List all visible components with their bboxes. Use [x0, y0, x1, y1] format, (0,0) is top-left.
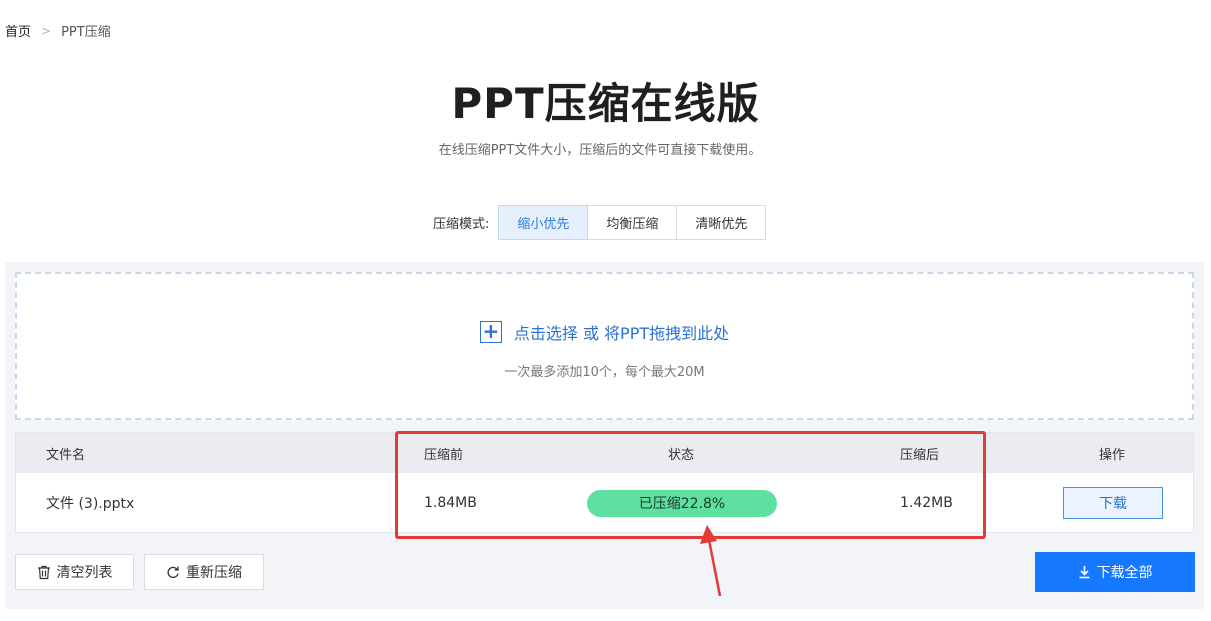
upload-dropzone[interactable]: + 点击选择 或 将PPT拖拽到此处 一次最多添加10个，每个最大20M: [15, 272, 1194, 420]
refresh-icon: [166, 565, 180, 579]
trash-icon: [37, 565, 51, 580]
page-title: PPT压缩在线版: [451, 79, 760, 128]
header-status: 状态: [668, 447, 695, 463]
status-badge: 已压缩22.8%: [587, 489, 777, 517]
header-before: 压缩前: [424, 447, 464, 463]
compression-panel: + 点击选择 或 将PPT拖拽到此处 一次最多添加10个，每个最大20M 文件名…: [5, 262, 1204, 609]
table-row: 文件 (3).pptx 1.84MB 已压缩22.8% 1.42MB 下载: [16, 473, 1193, 533]
status-cell: 已压缩22.8%: [587, 473, 777, 533]
header-action: 操作: [1099, 447, 1126, 463]
breadcrumb-home[interactable]: 首页: [5, 21, 31, 40]
download-all-label: 下载全部: [1096, 565, 1153, 581]
mode-option-clarity[interactable]: 清晰优先: [676, 205, 767, 240]
download-all-button[interactable]: 下载全部: [1035, 552, 1195, 592]
file-table: 文件名 压缩前 状态 压缩后 操作 文件 (3).pptx 1.84MB 已压缩…: [15, 432, 1194, 533]
size-after: 1.42MB: [900, 495, 953, 511]
plus-icon[interactable]: +: [479, 321, 502, 343]
file-name: 文件 (3).pptx: [46, 496, 135, 512]
clear-list-label: 清空列表: [56, 565, 113, 581]
download-button[interactable]: 下载: [1063, 487, 1163, 519]
compression-mode-selector: 压缩模式: 缩小优先 均衡压缩 清晰优先: [433, 205, 767, 240]
mode-option-balanced[interactable]: 均衡压缩: [587, 205, 678, 240]
download-icon: [1078, 565, 1091, 579]
recompress-button[interactable]: 重新压缩: [144, 554, 264, 590]
recompress-label: 重新压缩: [186, 565, 242, 581]
page-subtitle: 在线压缩PPT文件大小，压缩后的文件可直接下载使用。: [438, 143, 762, 158]
breadcrumb-separator: >: [41, 23, 52, 38]
action-cell: 下载: [1063, 473, 1163, 533]
header-filename: 文件名: [46, 447, 86, 463]
upload-hint: 一次最多添加10个，每个最大20M: [504, 365, 705, 380]
mode-option-smallest[interactable]: 缩小优先: [498, 205, 589, 240]
header-after: 压缩后: [900, 447, 940, 463]
upload-prompt[interactable]: + 点击选择 或 将PPT拖拽到此处: [17, 320, 1192, 344]
clear-list-button[interactable]: 清空列表: [15, 554, 134, 590]
compression-mode-label: 压缩模式:: [433, 217, 490, 232]
table-header: 文件名 压缩前 状态 压缩后 操作: [16, 433, 1193, 473]
size-before: 1.84MB: [424, 495, 477, 511]
breadcrumb: 首页 > PPT压缩: [5, 21, 111, 41]
upload-text[interactable]: 点击选择 或 将PPT拖拽到此处: [514, 320, 729, 344]
breadcrumb-current: PPT压缩: [61, 25, 111, 40]
